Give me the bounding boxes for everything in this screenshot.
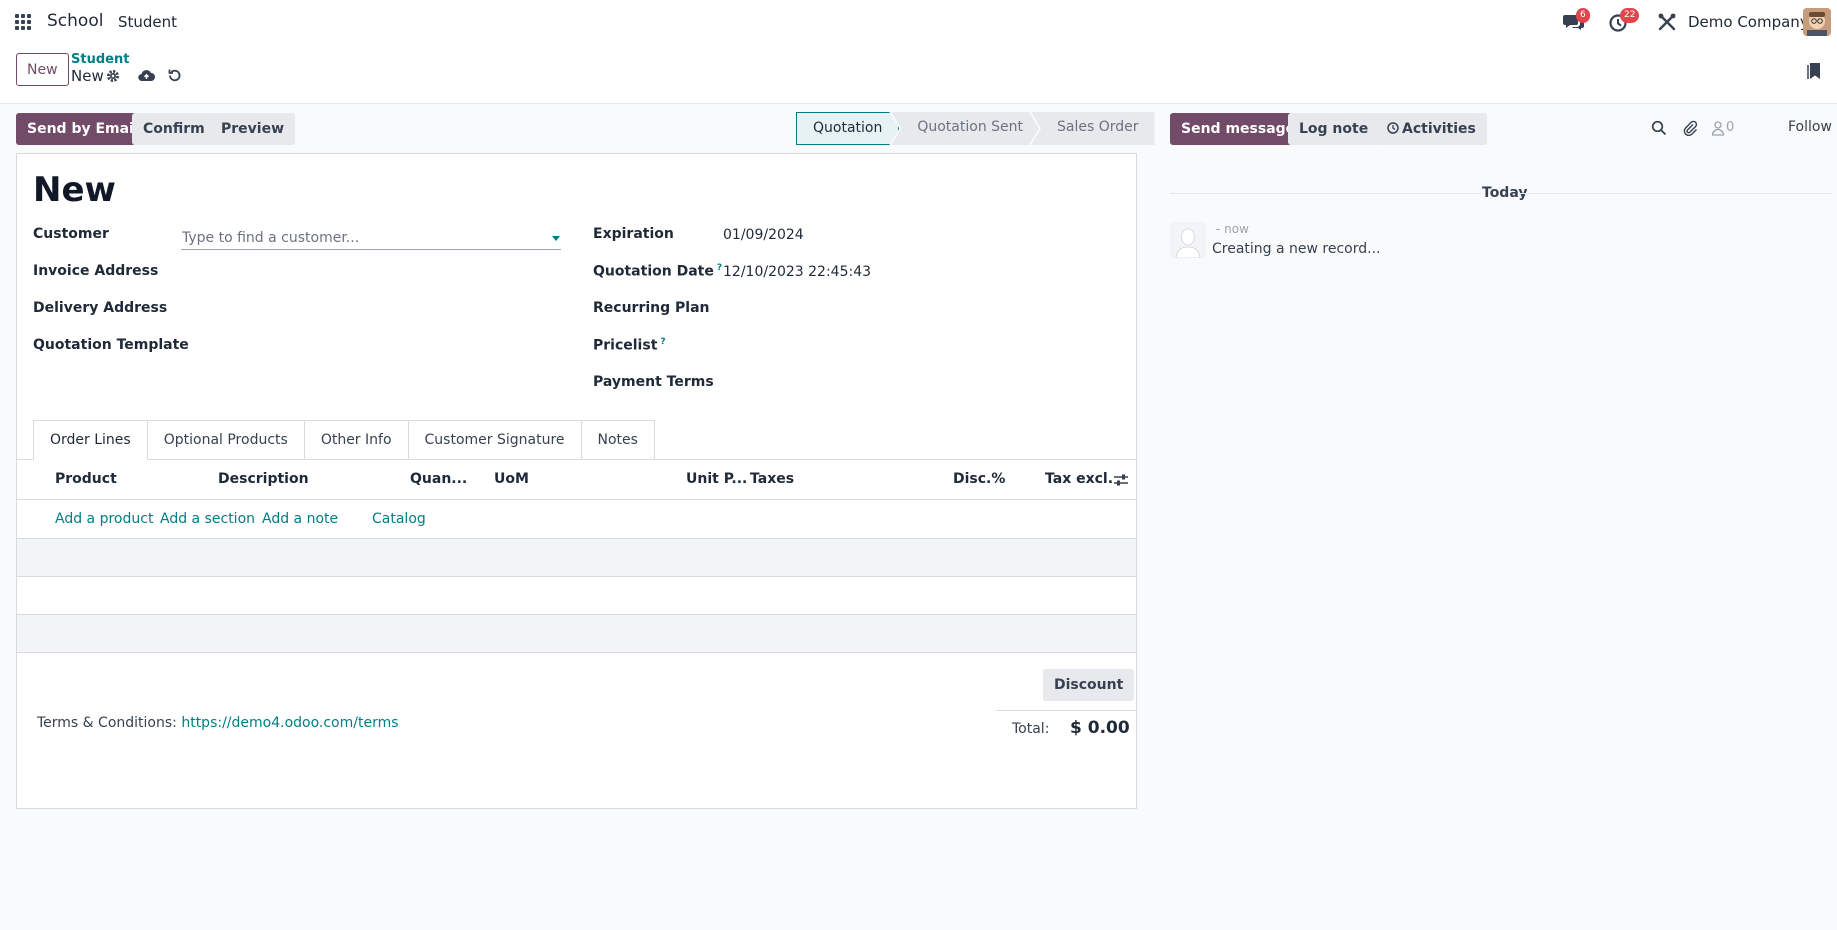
followers-icon[interactable] bbox=[1710, 120, 1726, 136]
column-taxes[interactable]: Taxes bbox=[750, 471, 794, 487]
activities-button[interactable]: Activities bbox=[1376, 113, 1487, 145]
terms-and-conditions: Terms & Conditions: https://demo4.odoo.c… bbox=[37, 715, 399, 731]
delivery-address-label: Delivery Address bbox=[33, 300, 168, 316]
chevron-down-icon[interactable] bbox=[552, 236, 560, 241]
user-avatar-image bbox=[1803, 8, 1831, 36]
payment-terms-label: Payment Terms bbox=[593, 374, 714, 390]
total-divider bbox=[996, 710, 1136, 711]
add-product-link[interactable]: Add a product bbox=[55, 511, 153, 527]
expiration-label: Expiration bbox=[593, 226, 674, 242]
column-quantity[interactable]: Quan... bbox=[410, 471, 467, 487]
recurring-plan-label: Recurring Plan bbox=[593, 300, 710, 316]
stage-quotation-sent[interactable]: Quotation Sent bbox=[891, 112, 1039, 145]
column-discount[interactable]: Disc.% bbox=[953, 471, 1005, 487]
company-switcher[interactable]: Demo Company bbox=[1688, 13, 1809, 31]
top-navbar: School Student 6 22 Demo Company bbox=[0, 0, 1837, 44]
date-divider bbox=[1519, 193, 1832, 194]
stage-quotation[interactable]: Quotation bbox=[796, 112, 899, 145]
tab-notes[interactable]: Notes bbox=[581, 420, 655, 460]
app-brand[interactable]: School bbox=[47, 11, 103, 31]
customer-label: Customer bbox=[33, 226, 109, 242]
preview-button[interactable]: Preview bbox=[210, 113, 296, 145]
discard-changes-icon[interactable] bbox=[167, 68, 182, 83]
messages-badge: 6 bbox=[1576, 8, 1590, 23]
follow-button[interactable]: Follow bbox=[1788, 119, 1832, 135]
column-settings-icon[interactable] bbox=[1113, 472, 1129, 488]
help-tooltip-icon[interactable]: ? bbox=[717, 263, 722, 273]
send-by-email-button[interactable]: Send by Email bbox=[16, 113, 150, 145]
followers-count: 0 bbox=[1726, 120, 1735, 135]
quotation-template-label: Quotation Template bbox=[33, 337, 189, 353]
pricelist-label-text: Pricelist bbox=[593, 337, 658, 354]
column-description[interactable]: Description bbox=[218, 471, 309, 487]
record-title: New bbox=[33, 170, 116, 210]
bookmark-icon[interactable] bbox=[1807, 62, 1821, 80]
tab-optional-products[interactable]: Optional Products bbox=[147, 420, 305, 460]
new-record-button[interactable]: New bbox=[16, 53, 69, 86]
debug-tools-icon[interactable] bbox=[1656, 12, 1678, 32]
search-icon[interactable] bbox=[1651, 120, 1667, 136]
column-uom[interactable]: UoM bbox=[494, 471, 529, 487]
activities-badge: 22 bbox=[1620, 8, 1640, 23]
terms-link[interactable]: https://demo4.odoo.com/terms bbox=[181, 715, 398, 731]
column-product[interactable]: Product bbox=[55, 471, 117, 487]
form-sheet: New Customer Invoice Address Delivery Ad… bbox=[16, 153, 1137, 809]
tab-other-info[interactable]: Other Info bbox=[304, 420, 409, 460]
breadcrumb-parent[interactable]: Student bbox=[71, 52, 129, 67]
total-value: $ 0.00 bbox=[1070, 718, 1130, 738]
tab-order-lines[interactable]: Order Lines bbox=[33, 420, 148, 460]
expiration-field[interactable]: 01/09/2024 bbox=[723, 227, 804, 243]
date-divider bbox=[1170, 193, 1482, 194]
quotation-date-label: Quotation Date? bbox=[593, 263, 722, 280]
invoice-address-label: Invoice Address bbox=[33, 263, 159, 279]
add-section-link[interactable]: Add a section bbox=[160, 511, 255, 527]
add-line-row: Add a product Add a section Add a note C… bbox=[17, 500, 1136, 539]
activities-label: Activities bbox=[1402, 121, 1476, 137]
empty-row bbox=[17, 539, 1136, 577]
control-panel: New Student New bbox=[0, 44, 1837, 104]
gear-icon[interactable] bbox=[106, 69, 120, 83]
pricelist-label: Pricelist? bbox=[593, 337, 666, 354]
column-tax-excl[interactable]: Tax excl. bbox=[1045, 471, 1113, 487]
terms-label: Terms & Conditions: bbox=[37, 715, 177, 731]
catalog-link[interactable]: Catalog bbox=[372, 511, 426, 527]
author-avatar[interactable] bbox=[1170, 222, 1206, 258]
quotation-date-field[interactable]: 12/10/2023 22:45:43 bbox=[723, 264, 871, 280]
placeholder-avatar-icon bbox=[1170, 222, 1206, 258]
status-bar: Quotation Quotation Sent Sales Order bbox=[796, 112, 1155, 145]
tab-customer-signature[interactable]: Customer Signature bbox=[408, 420, 582, 460]
clock-icon bbox=[1387, 122, 1399, 134]
user-avatar[interactable] bbox=[1803, 8, 1831, 36]
message-body: Creating a new record... bbox=[1212, 241, 1381, 257]
message-timestamp: - now bbox=[1216, 222, 1249, 236]
stage-sales-order[interactable]: Sales Order bbox=[1031, 112, 1155, 145]
paperclip-icon[interactable] bbox=[1682, 120, 1698, 136]
column-unit-price[interactable]: Unit P... bbox=[686, 471, 747, 487]
quotation-date-label-text: Quotation Date bbox=[593, 263, 714, 280]
send-message-button[interactable]: Send message bbox=[1170, 113, 1307, 145]
confirm-button[interactable]: Confirm bbox=[132, 113, 216, 145]
order-lines-header: Product Description Quan... UoM Unit P..… bbox=[17, 460, 1136, 500]
total-label: Total: bbox=[1012, 721, 1050, 737]
empty-row bbox=[17, 577, 1136, 615]
discount-button[interactable]: Discount bbox=[1043, 669, 1135, 701]
help-tooltip-icon[interactable]: ? bbox=[660, 337, 665, 347]
empty-row bbox=[17, 615, 1136, 653]
customer-input[interactable] bbox=[181, 226, 561, 250]
log-note-button[interactable]: Log note bbox=[1288, 113, 1380, 145]
cloud-save-icon[interactable] bbox=[138, 68, 155, 82]
breadcrumb-current: New bbox=[71, 67, 104, 85]
apps-menu-icon[interactable] bbox=[15, 14, 31, 30]
add-note-link[interactable]: Add a note bbox=[262, 511, 338, 527]
notebook-tabs: Order Lines Optional Products Other Info… bbox=[33, 420, 655, 460]
menu-item-student[interactable]: Student bbox=[118, 13, 177, 31]
